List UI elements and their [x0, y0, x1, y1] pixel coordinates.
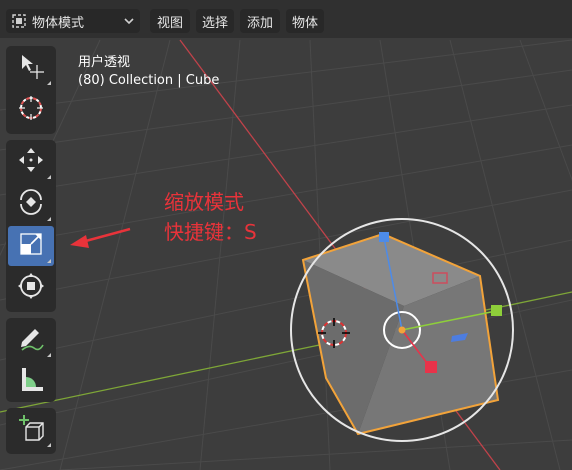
x-scale-handle	[425, 361, 437, 373]
mode-select-label: 物体模式	[32, 15, 85, 31]
cursor-select-icon	[16, 51, 46, 85]
menu-object[interactable]: 物体	[286, 9, 324, 33]
y-scale-handle	[491, 305, 502, 316]
transform-icon	[16, 271, 46, 305]
menu-add[interactable]: 添加	[240, 9, 280, 33]
mode-select[interactable]: 物体模式	[6, 9, 140, 33]
collection-info: (80) Collection | Cube	[78, 73, 220, 88]
menu-view[interactable]: 视图	[150, 9, 190, 33]
scale-icon	[16, 229, 46, 263]
annotation-line-2: 快捷键：S	[164, 220, 257, 244]
scale-tool[interactable]	[8, 226, 54, 266]
object-mode-icon	[6, 9, 32, 33]
move-tool[interactable]	[8, 142, 54, 182]
annotate-icon	[16, 323, 46, 357]
rotate-icon	[16, 187, 46, 221]
measure-tool[interactable]	[8, 362, 54, 402]
menu-select[interactable]: 选择	[196, 9, 234, 33]
3d-viewport[interactable]	[0, 0, 572, 470]
rotate-tool[interactable]	[8, 184, 54, 224]
annotation-line-1: 缩放模式	[164, 190, 244, 214]
add-cube-tool[interactable]	[8, 410, 54, 450]
z-scale-handle	[379, 232, 389, 242]
viewport-grid	[0, 39, 572, 470]
cursor-tool[interactable]	[8, 90, 54, 130]
cube-object[interactable]	[301, 232, 500, 436]
chevron-down-icon	[118, 9, 140, 33]
object-origin	[398, 326, 406, 334]
annotation-arrow	[70, 227, 131, 248]
view-name: 用户透视	[78, 55, 131, 70]
add-cube-icon	[16, 413, 46, 447]
annotate-tool[interactable]	[8, 320, 54, 360]
3d-cursor-icon	[16, 93, 46, 127]
move-icon	[16, 145, 46, 179]
viewport-header: 物体模式 视图 选择 添加 物体	[0, 0, 572, 38]
select-tool[interactable]	[8, 48, 54, 88]
measure-icon	[16, 365, 46, 399]
transform-tool[interactable]	[8, 268, 54, 308]
